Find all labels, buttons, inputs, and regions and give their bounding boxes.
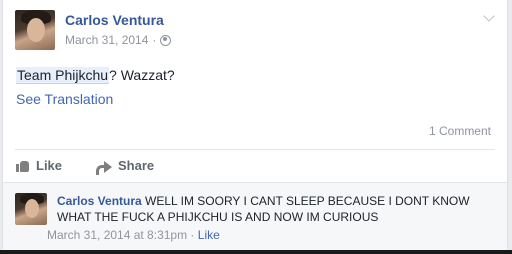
comment-meta: March 31, 2014 at 8:31pm · Like bbox=[47, 228, 220, 242]
post-text-highlight[interactable]: Team Phijkchu bbox=[16, 67, 110, 84]
see-translation-link[interactable]: See Translation bbox=[16, 91, 113, 107]
post-actions: Like Share bbox=[16, 158, 188, 175]
share-button[interactable]: Share bbox=[96, 158, 155, 175]
comment-count-link[interactable]: 1 Comment bbox=[429, 124, 491, 138]
post-timestamp: March 31, 2014 · bbox=[65, 33, 172, 47]
comment-author-name[interactable]: Carlos Ventura bbox=[57, 194, 142, 208]
globe-icon[interactable] bbox=[160, 34, 172, 46]
post-text: Team Phijkchu? Wazzat? bbox=[16, 66, 175, 84]
avatar-face bbox=[27, 18, 45, 42]
post-text-rest: ? Wazzat? bbox=[109, 67, 175, 83]
post-date[interactable]: March 31, 2014 bbox=[65, 33, 148, 47]
commenter-avatar[interactable] bbox=[15, 193, 47, 225]
comment-timestamp[interactable]: March 31, 2014 at 8:31pm bbox=[47, 228, 187, 242]
like-label: Like bbox=[36, 158, 63, 173]
actions-divider bbox=[15, 149, 495, 150]
comment-body: Carlos Ventura WELL IM SOORY I CANT SLEE… bbox=[57, 193, 487, 225]
post-meta: Carlos Ventura March 31, 2014 · bbox=[65, 10, 172, 50]
comments-section: Carlos Ventura WELL IM SOORY I CANT SLEE… bbox=[3, 182, 507, 250]
separator-dot: · bbox=[187, 228, 198, 242]
share-label: Share bbox=[118, 158, 155, 173]
share-arrow-icon bbox=[96, 159, 113, 175]
like-button[interactable]: Like bbox=[16, 158, 62, 173]
post-author-name[interactable]: Carlos Ventura bbox=[65, 11, 171, 29]
thumbs-up-icon bbox=[16, 159, 30, 172]
comment-item: Carlos Ventura WELL IM SOORY I CANT SLEE… bbox=[15, 193, 487, 225]
post-header: Carlos Ventura March 31, 2014 · bbox=[15, 10, 172, 50]
comment-like-link[interactable]: Like bbox=[198, 228, 220, 242]
post-card: Carlos Ventura March 31, 2014 · Team Phi… bbox=[2, 0, 508, 250]
author-avatar[interactable] bbox=[15, 10, 55, 50]
next-content-strip bbox=[0, 250, 512, 254]
avatar-face bbox=[25, 199, 39, 218]
separator-dot: · bbox=[152, 33, 157, 47]
chevron-down-icon[interactable] bbox=[483, 12, 495, 24]
